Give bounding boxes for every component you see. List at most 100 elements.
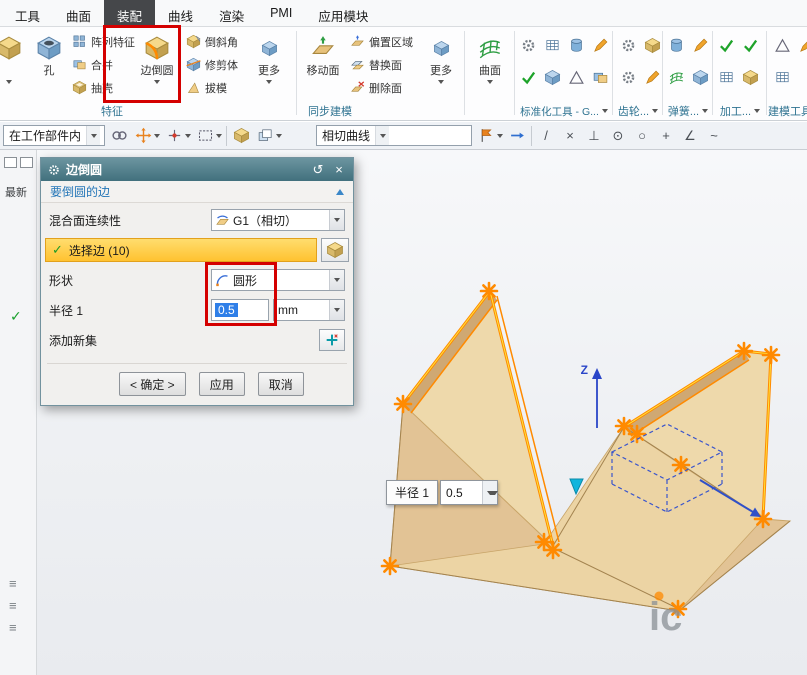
reset-button[interactable]: ↺ — [310, 162, 326, 178]
section-edges-to-blend[interactable]: 要倒圆的边 — [41, 181, 353, 203]
dialog-title: 边倒圆 — [66, 163, 103, 177]
gear-tool-button[interactable] — [642, 35, 662, 55]
modeling-tool-button[interactable] — [772, 67, 792, 87]
radius-tag-field[interactable]: 0.5 — [440, 480, 499, 505]
surface-button[interactable]: 曲面 — [468, 29, 512, 101]
list-icon[interactable]: ≡ — [9, 620, 17, 635]
menu-application[interactable]: 应用模块 — [305, 0, 381, 26]
modeling-tool-button[interactable] — [796, 35, 807, 55]
toolbox-button[interactable] — [566, 35, 586, 55]
group-label-gear[interactable]: 齿轮... — [614, 103, 662, 119]
circle-center-tool-icon[interactable]: ⊙ — [608, 128, 628, 144]
trim-body-button[interactable]: 修剪体 — [186, 54, 238, 75]
shell-button[interactable]: 抽壳 — [72, 77, 135, 98]
feature-more-button[interactable]: 更多 — [248, 29, 290, 101]
selection-scope-dropdown[interactable]: 在工作部件内 — [3, 125, 105, 146]
menu-surface[interactable]: 曲面 — [53, 0, 104, 26]
toolbox-button[interactable] — [566, 67, 586, 87]
add-new-set-button[interactable] — [319, 329, 345, 351]
solid-body-filter-icon[interactable] — [231, 126, 251, 146]
marquee-select-tool[interactable] — [195, 126, 222, 146]
cross-tool-icon[interactable]: × — [560, 128, 580, 143]
spring-tool-button[interactable] — [666, 35, 686, 55]
pencil-icon — [645, 70, 659, 84]
menu-pmi[interactable]: PMI — [257, 0, 305, 26]
group-label-sync: 同步建模 — [308, 106, 352, 118]
apply-button[interactable]: 应用 — [198, 372, 245, 396]
shell-icon — [72, 80, 87, 95]
toolbox-button[interactable] — [518, 35, 538, 55]
curve-tool-icon[interactable]: ~ — [704, 128, 724, 143]
radius-input[interactable]: 0.5 — [211, 299, 269, 321]
machining-tool-button[interactable] — [716, 35, 736, 55]
select-body-button[interactable] — [321, 238, 349, 262]
replace-face-button[interactable]: 替换面 — [350, 54, 413, 75]
group-label-machining[interactable]: 加工... — [714, 103, 766, 119]
draft-button[interactable]: 拔模 — [186, 77, 238, 98]
toolbox-button[interactable] — [542, 35, 562, 55]
move-face-button[interactable]: 移动面 — [300, 29, 346, 101]
angle-tool-icon[interactable]: ∠ — [680, 128, 700, 144]
sync-more-button[interactable]: 更多 — [420, 29, 462, 101]
window-icon[interactable] — [20, 157, 33, 168]
link-scope-icon[interactable] — [109, 126, 129, 146]
toolbar-divider — [226, 125, 227, 146]
pencil-icon — [593, 38, 607, 52]
arrow-tool-icon[interactable] — [507, 126, 527, 146]
menu-curve[interactable]: 曲线 — [155, 0, 206, 26]
list-icon[interactable]: ≡ — [9, 576, 17, 591]
ok-button[interactable]: < 确定 > — [119, 372, 186, 396]
g1-continuity-icon — [215, 213, 230, 228]
spring-tool-button[interactable] — [690, 35, 710, 55]
curve-rule-dropdown[interactable]: 相切曲线 — [316, 125, 472, 146]
select-edge-active-field[interactable]: ✓ 选择边 (10) — [45, 238, 317, 262]
gear-tool-button[interactable] — [642, 67, 662, 87]
menu-render[interactable]: 渲染 — [206, 0, 257, 26]
window-icon[interactable] — [4, 157, 17, 168]
delete-face-button[interactable]: 删除面 — [350, 77, 413, 98]
perpendicular-tool-icon[interactable]: ⊥ — [584, 128, 604, 144]
group-label-standard-tools[interactable]: 标准化工具 - G... — [514, 103, 614, 119]
radius-tag-label: 半径 1 — [386, 480, 439, 505]
continuity-row: 混合面连续性 G1（相切） — [49, 207, 345, 233]
move-handle-tool[interactable] — [133, 126, 160, 146]
offset-region-button[interactable]: 偏置区域 — [350, 31, 413, 52]
toolbox-button[interactable] — [590, 67, 610, 87]
machining-tool-button[interactable] — [740, 67, 760, 87]
dialog-titlebar[interactable]: 边倒圆 ↺ × — [41, 158, 353, 181]
machining-tool-button[interactable] — [740, 35, 760, 55]
point-tool-icon[interactable]: + — [656, 128, 676, 143]
pattern-feature-button[interactable]: 阵列特征 — [72, 31, 135, 52]
unite-button[interactable]: 合并 — [72, 54, 135, 75]
hole-button[interactable]: 孔 — [26, 29, 72, 101]
group-label-modeling[interactable]: 建模工具 — [768, 103, 807, 119]
gear-tool-button[interactable] — [618, 67, 638, 87]
toolbox-button[interactable] — [518, 67, 538, 87]
chamfer-button[interactable]: 倒斜角 — [186, 31, 238, 52]
list-icon[interactable]: ≡ — [9, 598, 17, 613]
surface-icon — [479, 39, 501, 59]
cancel-button[interactable]: 取消 — [257, 372, 304, 396]
shape-dropdown[interactable]: 圆形 — [211, 269, 345, 291]
edge-blend-button[interactable]: 边倒圆 — [134, 29, 180, 101]
spring-tool-button[interactable] — [666, 67, 686, 87]
group-label-spring[interactable]: 弹簧... — [664, 103, 712, 119]
layer-filter-tool[interactable] — [255, 126, 282, 146]
svg-text:Z: Z — [581, 363, 588, 377]
line-tool-icon[interactable]: / — [536, 128, 556, 143]
combo-arrow-icon — [329, 210, 344, 230]
circle-tool-icon[interactable]: ○ — [632, 128, 652, 143]
menu-tools[interactable]: 工具 — [2, 0, 53, 26]
flag-tool[interactable] — [476, 126, 503, 146]
toolbox-button[interactable] — [590, 35, 610, 55]
close-button[interactable]: × — [331, 162, 347, 177]
snap-point-tool[interactable] — [164, 126, 191, 146]
continuity-dropdown[interactable]: G1（相切） — [211, 209, 345, 231]
radius-unit-dropdown[interactable]: mm — [273, 299, 345, 321]
menu-assembly[interactable]: 装配 — [104, 0, 156, 26]
toolbox-button[interactable] — [542, 67, 562, 87]
machining-tool-button[interactable] — [716, 67, 736, 87]
spring-tool-button[interactable] — [690, 67, 710, 87]
modeling-tool-button[interactable] — [772, 35, 792, 55]
gear-tool-button[interactable] — [618, 35, 638, 55]
